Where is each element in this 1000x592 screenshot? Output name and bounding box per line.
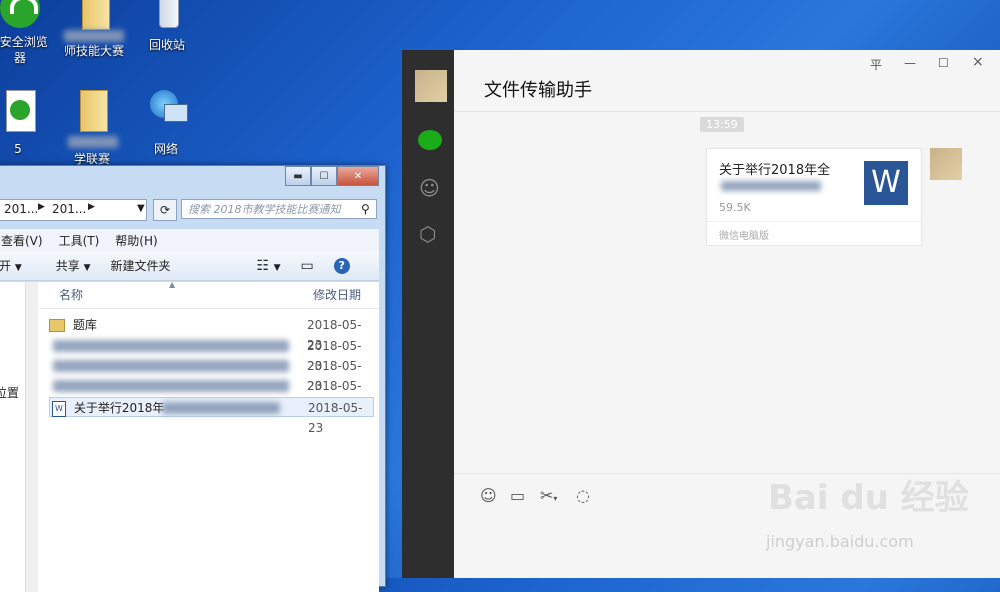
contacts-icon[interactable]: ☺ (419, 176, 440, 200)
folder-icon (49, 319, 65, 332)
menu-tools[interactable]: 工具(T) (59, 232, 100, 249)
browser-icon (0, 0, 40, 28)
file-row[interactable]: 2018-05-23 (49, 336, 374, 373)
chevron-down-icon: ▼ (83, 263, 91, 273)
preview-pane-icon[interactable]: ▭ (300, 258, 313, 274)
desktop-icon-shortcut[interactable]: 5 (0, 90, 58, 156)
desktop-icon-recycle-bin[interactable]: 回收站 (127, 0, 207, 53)
word-file-icon: W (864, 161, 908, 205)
recycle-bin-icon (147, 0, 187, 32)
breadcrumb-separator-icon: ▶ (88, 202, 95, 212)
maximize-button[interactable]: ☐ (311, 166, 337, 186)
folder-icon (72, 88, 112, 132)
open-button[interactable]: 开 ▼ (0, 257, 22, 274)
file-message-size: 59.5K (719, 201, 751, 214)
desktop-icon-label: 网络 (153, 142, 178, 156)
file-message-source: 微信电脑版 (719, 231, 769, 242)
desktop-icon-network[interactable]: 网络 (126, 88, 206, 157)
minimize-button[interactable]: ▬ (285, 166, 311, 186)
word-doc-icon: W (52, 400, 66, 417)
baidu-watermark-url: jingyan.baidu.com (766, 532, 914, 551)
explorer-window[interactable]: ▬ ☐ ✕ 201... ▶ 201... ▶ ▼ ⟳ 搜索 2018市教学技能… (0, 165, 386, 592)
screenshot-scissors-icon[interactable]: ✂▾ (540, 486, 557, 505)
desktop-icon-label: 师技能大赛 (63, 44, 124, 58)
file-message-name: 关于举行2018年全 (719, 163, 831, 178)
maximize-button[interactable]: ☐ (938, 56, 949, 70)
file-message-card[interactable]: 关于举行2018年全 59.5K W 微信电脑版 (706, 148, 922, 246)
nav-location-label[interactable]: 位置 (0, 384, 19, 401)
desktop-icon-folder-contest[interactable]: 师技能大赛 (54, 0, 134, 59)
address-bar[interactable]: 201... ▶ 201... ▶ (0, 199, 147, 221)
wechat-sidebar: ☺ ⬡ (402, 50, 454, 578)
nav-scrollbar[interactable] (25, 282, 38, 592)
chat-history-icon[interactable]: ◌ (576, 486, 590, 505)
chat-title: 文件传输助手 (484, 80, 592, 101)
menu-bar: 查看(V) 工具(T) 帮助(H) (0, 229, 379, 251)
command-bar: 开 ▼ 共享 ▼ 新建文件夹 ☷ ▼ ▭ ? (0, 251, 379, 281)
folder-icon (74, 0, 114, 30)
close-button[interactable]: × (972, 54, 984, 70)
search-input[interactable]: 搜索 2018市教学技能比赛通知 (181, 199, 377, 219)
file-row[interactable]: 2018-05-23 (49, 356, 374, 393)
message-timestamp: 13:59 (700, 117, 744, 132)
desktop-icon-folder-league[interactable]: 学联赛 (52, 88, 132, 167)
sender-avatar[interactable] (930, 148, 962, 180)
baidu-watermark: Bai du 经验 (768, 478, 969, 518)
file-name: 关于举行2018年 (73, 401, 165, 415)
navigation-pane[interactable]: 位置 (0, 282, 40, 592)
breadcrumb-item[interactable]: 201... (52, 202, 86, 216)
user-avatar[interactable] (415, 70, 447, 102)
file-row-selected[interactable]: W 关于举行2018年 2018-05-23 (49, 397, 374, 435)
desktop-icon-label: 回收站 (148, 38, 185, 52)
emoji-icon[interactable]: ☺ (480, 486, 497, 505)
folder-icon[interactable]: ▭ (510, 486, 525, 505)
chat-icon[interactable] (418, 130, 442, 150)
menu-view[interactable]: 查看(V) (1, 232, 43, 249)
network-icon (146, 88, 188, 128)
column-header-date[interactable]: 修改日期 (313, 282, 361, 308)
refresh-icon[interactable]: ⟳ (153, 199, 177, 221)
file-date: 2018-05-23 (308, 401, 363, 435)
close-button[interactable]: ✕ (337, 166, 379, 186)
sort-up-icon: ▲ (169, 280, 176, 289)
file-row[interactable]: 2018-05-23 (49, 376, 374, 413)
explorer-window-controls: ▬ ☐ ✕ (285, 166, 379, 186)
desktop-icon-browser[interactable]: 0安全浏览 器 (0, 0, 60, 66)
menu-help[interactable]: 帮助(H) (115, 232, 157, 249)
pin-button[interactable]: 平 (870, 56, 882, 73)
view-options-icon[interactable]: ☷ ▼ (257, 258, 281, 274)
desktop-icon-label: 0安全浏览 器 (0, 35, 48, 65)
file-name: 题库 (72, 318, 97, 332)
minimize-button[interactable]: — (904, 56, 916, 70)
collection-icon[interactable]: ⬡ (419, 222, 436, 246)
file-row[interactable]: 题库 2018-05-23 (49, 315, 374, 352)
desktop-icon-label: 5 (14, 142, 22, 156)
file-list[interactable]: 名称 修改日期 ▲ 题库 2018-05-23 2018-05-23 2018-… (39, 280, 379, 592)
search-icon: ⚲ (361, 202, 370, 216)
help-icon[interactable]: ? (333, 257, 350, 274)
new-folder-button[interactable]: 新建文件夹 (111, 257, 171, 274)
chevron-down-icon: ▼ (14, 263, 22, 273)
breadcrumb-item[interactable]: 201... (4, 202, 38, 216)
address-dropdown-icon[interactable]: ▼ (137, 203, 145, 214)
share-button[interactable]: 共享 ▼ (56, 257, 91, 274)
column-header-name[interactable]: 名称 (59, 282, 83, 308)
document-icon (0, 90, 38, 132)
breadcrumb-separator-icon: ▶ (38, 202, 45, 212)
